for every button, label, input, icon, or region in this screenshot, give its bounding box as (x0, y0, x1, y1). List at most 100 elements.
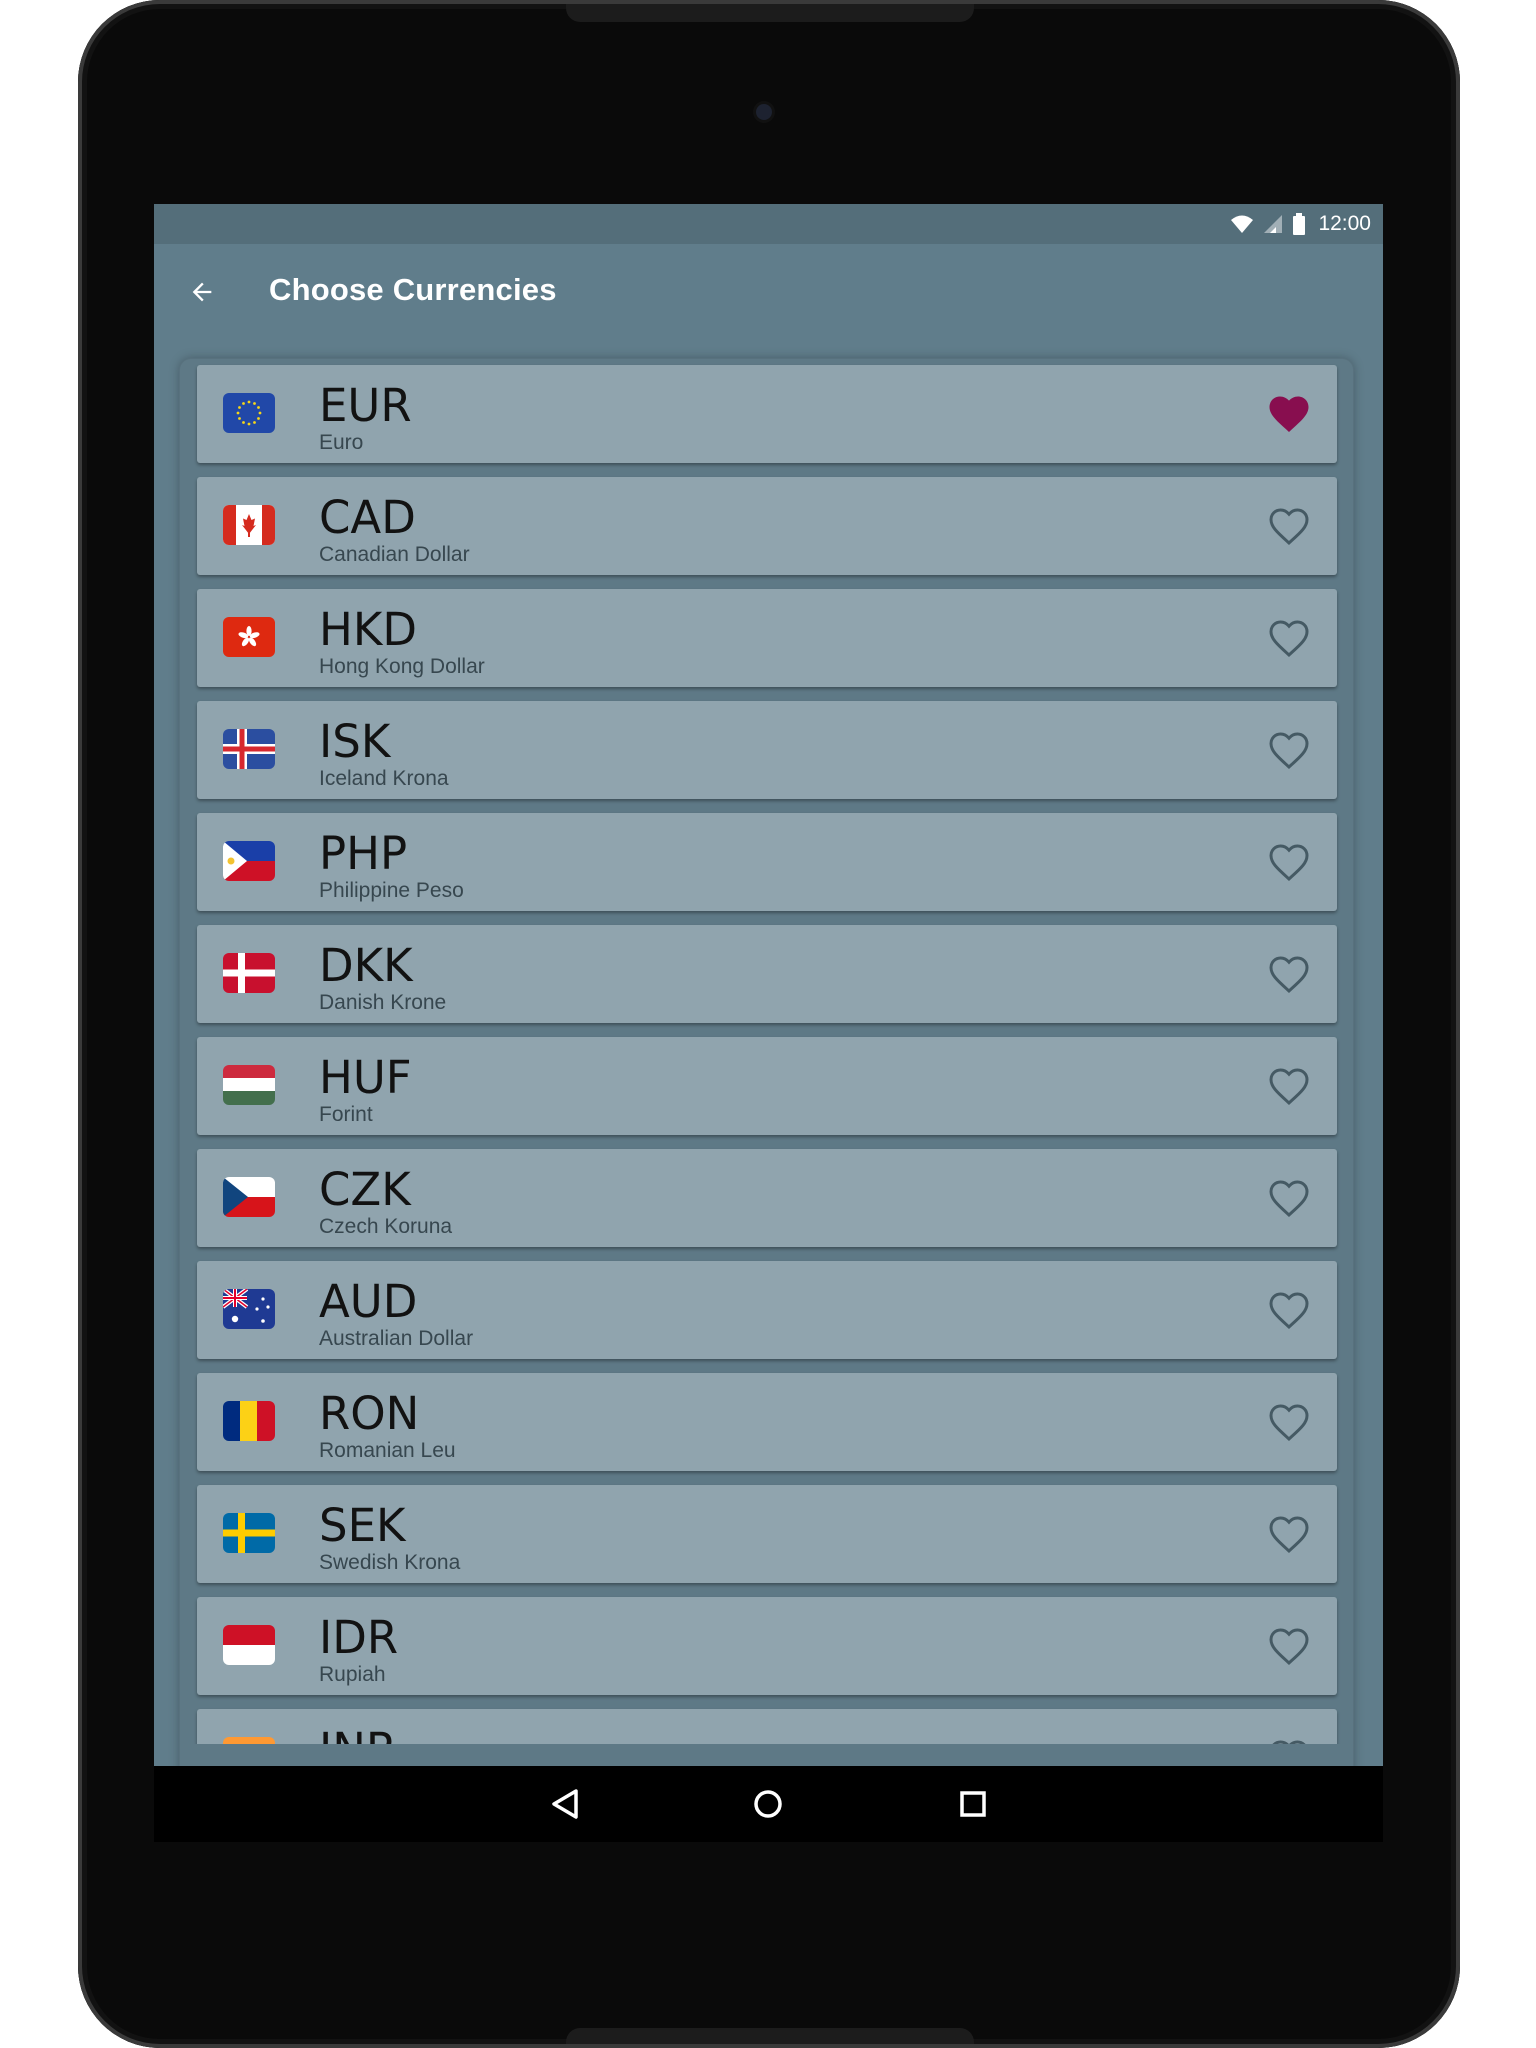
heart-outline-icon (1269, 1628, 1309, 1666)
currency-name: Australian Dollar (319, 1327, 474, 1350)
heart-outline-icon (1269, 1516, 1309, 1554)
square-recents-icon (960, 1791, 986, 1817)
currency-code: IDR (319, 1611, 399, 1664)
currency-row-idr[interactable]: IDR Rupiah (197, 1597, 1337, 1695)
currency-code: HUF (319, 1051, 412, 1104)
currency-list-card: EUR Euro CAD Canadian Dollar HKD Hong Kong Do… (179, 358, 1354, 1842)
heart-outline-icon (1269, 1292, 1309, 1330)
nav-home-button[interactable] (746, 1784, 790, 1824)
currency-code: HKD (319, 603, 417, 656)
currency-row-aud[interactable]: AUD Australian Dollar (197, 1261, 1337, 1359)
currency-row-php[interactable]: PHP Philippine Peso (197, 813, 1337, 911)
status-bar: 12:00 (154, 204, 1383, 244)
heart-outline-icon (1269, 844, 1309, 882)
favorite-button[interactable] (1267, 1177, 1311, 1219)
battery-icon (1292, 213, 1306, 235)
front-camera (756, 104, 772, 120)
status-clock: 12:00 (1318, 212, 1371, 235)
favorite-button[interactable] (1267, 1401, 1311, 1443)
favorite-button[interactable] (1267, 1065, 1311, 1107)
cell-signal-icon (1262, 214, 1284, 234)
currency-list[interactable]: EUR Euro CAD Canadian Dollar HKD Hong Kong Do… (179, 358, 1354, 1744)
currency-name: Forint (319, 1103, 373, 1126)
currency-code: CZK (319, 1163, 411, 1216)
currency-row-cad[interactable]: CAD Canadian Dollar (197, 477, 1337, 575)
heart-outline-icon (1269, 620, 1309, 658)
currency-name: Philippine Peso (319, 879, 464, 902)
romania-flag-icon (223, 1401, 275, 1441)
status-icons: 12:00 (1230, 210, 1371, 238)
favorite-button[interactable] (1267, 841, 1311, 883)
app-screen: 12:00 Choose Currencies EUR Euro CAD Canadi… (154, 204, 1383, 1842)
australia-flag-icon (223, 1289, 275, 1329)
currency-row-isk[interactable]: ISK Iceland Krona (197, 701, 1337, 799)
currency-row-huf[interactable]: HUF Forint (197, 1037, 1337, 1135)
arrow-back-icon (192, 282, 212, 302)
currency-name: Czech Koruna (319, 1215, 453, 1238)
iceland-flag-icon (223, 729, 275, 769)
favorite-button[interactable] (1267, 729, 1311, 771)
favorite-button[interactable] (1267, 505, 1311, 547)
currency-name: Swedish Krona (319, 1551, 461, 1574)
currency-name: Euro (319, 431, 364, 454)
back-button[interactable] (178, 268, 226, 316)
circle-home-icon (754, 1790, 782, 1818)
currency-row-ron[interactable]: RON Romanian Leu (197, 1373, 1337, 1471)
currency-code: RON (319, 1387, 420, 1440)
currency-code: ISK (319, 715, 391, 768)
currency-name: Hong Kong Dollar (319, 655, 485, 678)
currency-code: SEK (319, 1499, 406, 1552)
currency-row-sek[interactable]: SEK Swedish Krona (197, 1485, 1337, 1583)
indonesia-flag-icon (223, 1625, 275, 1665)
currency-row-eur[interactable]: EUR Euro (197, 365, 1337, 463)
heart-outline-icon (1269, 508, 1309, 546)
philippines-flag-icon (223, 841, 275, 881)
favorite-button[interactable] (1267, 1289, 1311, 1331)
heart-outline-icon (1269, 732, 1309, 770)
currency-code: INR (319, 1723, 397, 1744)
currency-row-dkk[interactable]: DKK Danish Krone (197, 925, 1337, 1023)
canada-flag-icon (223, 505, 275, 545)
currency-code: PHP (319, 827, 408, 880)
hungary-flag-icon (223, 1065, 275, 1105)
currency-code: AUD (319, 1275, 418, 1328)
currency-code: CAD (319, 491, 416, 544)
currency-name: Rupiah (319, 1663, 386, 1686)
india-flag-icon (223, 1737, 275, 1744)
triangle-back-icon (552, 1789, 578, 1819)
navigation-bar (154, 1766, 1383, 1842)
app-bar: Choose Currencies (154, 244, 1383, 340)
heart-outline-icon (1272, 1740, 1306, 1744)
favorite-button[interactable] (1267, 393, 1311, 435)
favorite-button[interactable] (1267, 1513, 1311, 1555)
nav-back-button[interactable] (543, 1784, 587, 1824)
heart-outline-icon (1269, 1068, 1309, 1106)
currency-code: DKK (319, 939, 413, 992)
heart-outline-icon (1269, 1180, 1309, 1218)
czech-flag-icon (223, 1177, 275, 1217)
heart-outline-icon (1269, 1404, 1309, 1442)
currency-row-hkd[interactable]: HKD Hong Kong Dollar (197, 589, 1337, 687)
device-bottom-edge (566, 2028, 974, 2044)
favorite-button[interactable] (1267, 617, 1311, 659)
wifi-icon (1230, 214, 1254, 234)
favorite-button[interactable] (1267, 953, 1311, 995)
page-title: Choose Currencies (269, 272, 557, 307)
hong-kong-flag-icon (223, 617, 275, 657)
currency-name: Romanian Leu (319, 1439, 456, 1462)
denmark-flag-icon (223, 953, 275, 993)
nav-recents-button[interactable] (951, 1784, 995, 1824)
eu-flag-icon (223, 393, 275, 433)
heart-outline-icon (1269, 956, 1309, 994)
favorite-button[interactable] (1267, 1737, 1311, 1744)
favorite-button[interactable] (1267, 1625, 1311, 1667)
currency-row-czk[interactable]: CZK Czech Koruna (197, 1149, 1337, 1247)
currency-name: Danish Krone (319, 991, 447, 1014)
currency-code: EUR (319, 379, 412, 432)
currency-row-inr[interactable]: INR (197, 1709, 1337, 1744)
sweden-flag-icon (223, 1513, 275, 1553)
currency-name: Canadian Dollar (319, 543, 470, 566)
heart-filled-icon (1269, 396, 1309, 432)
currency-name: Iceland Krona (319, 767, 449, 790)
device-top-edge (566, 4, 974, 22)
